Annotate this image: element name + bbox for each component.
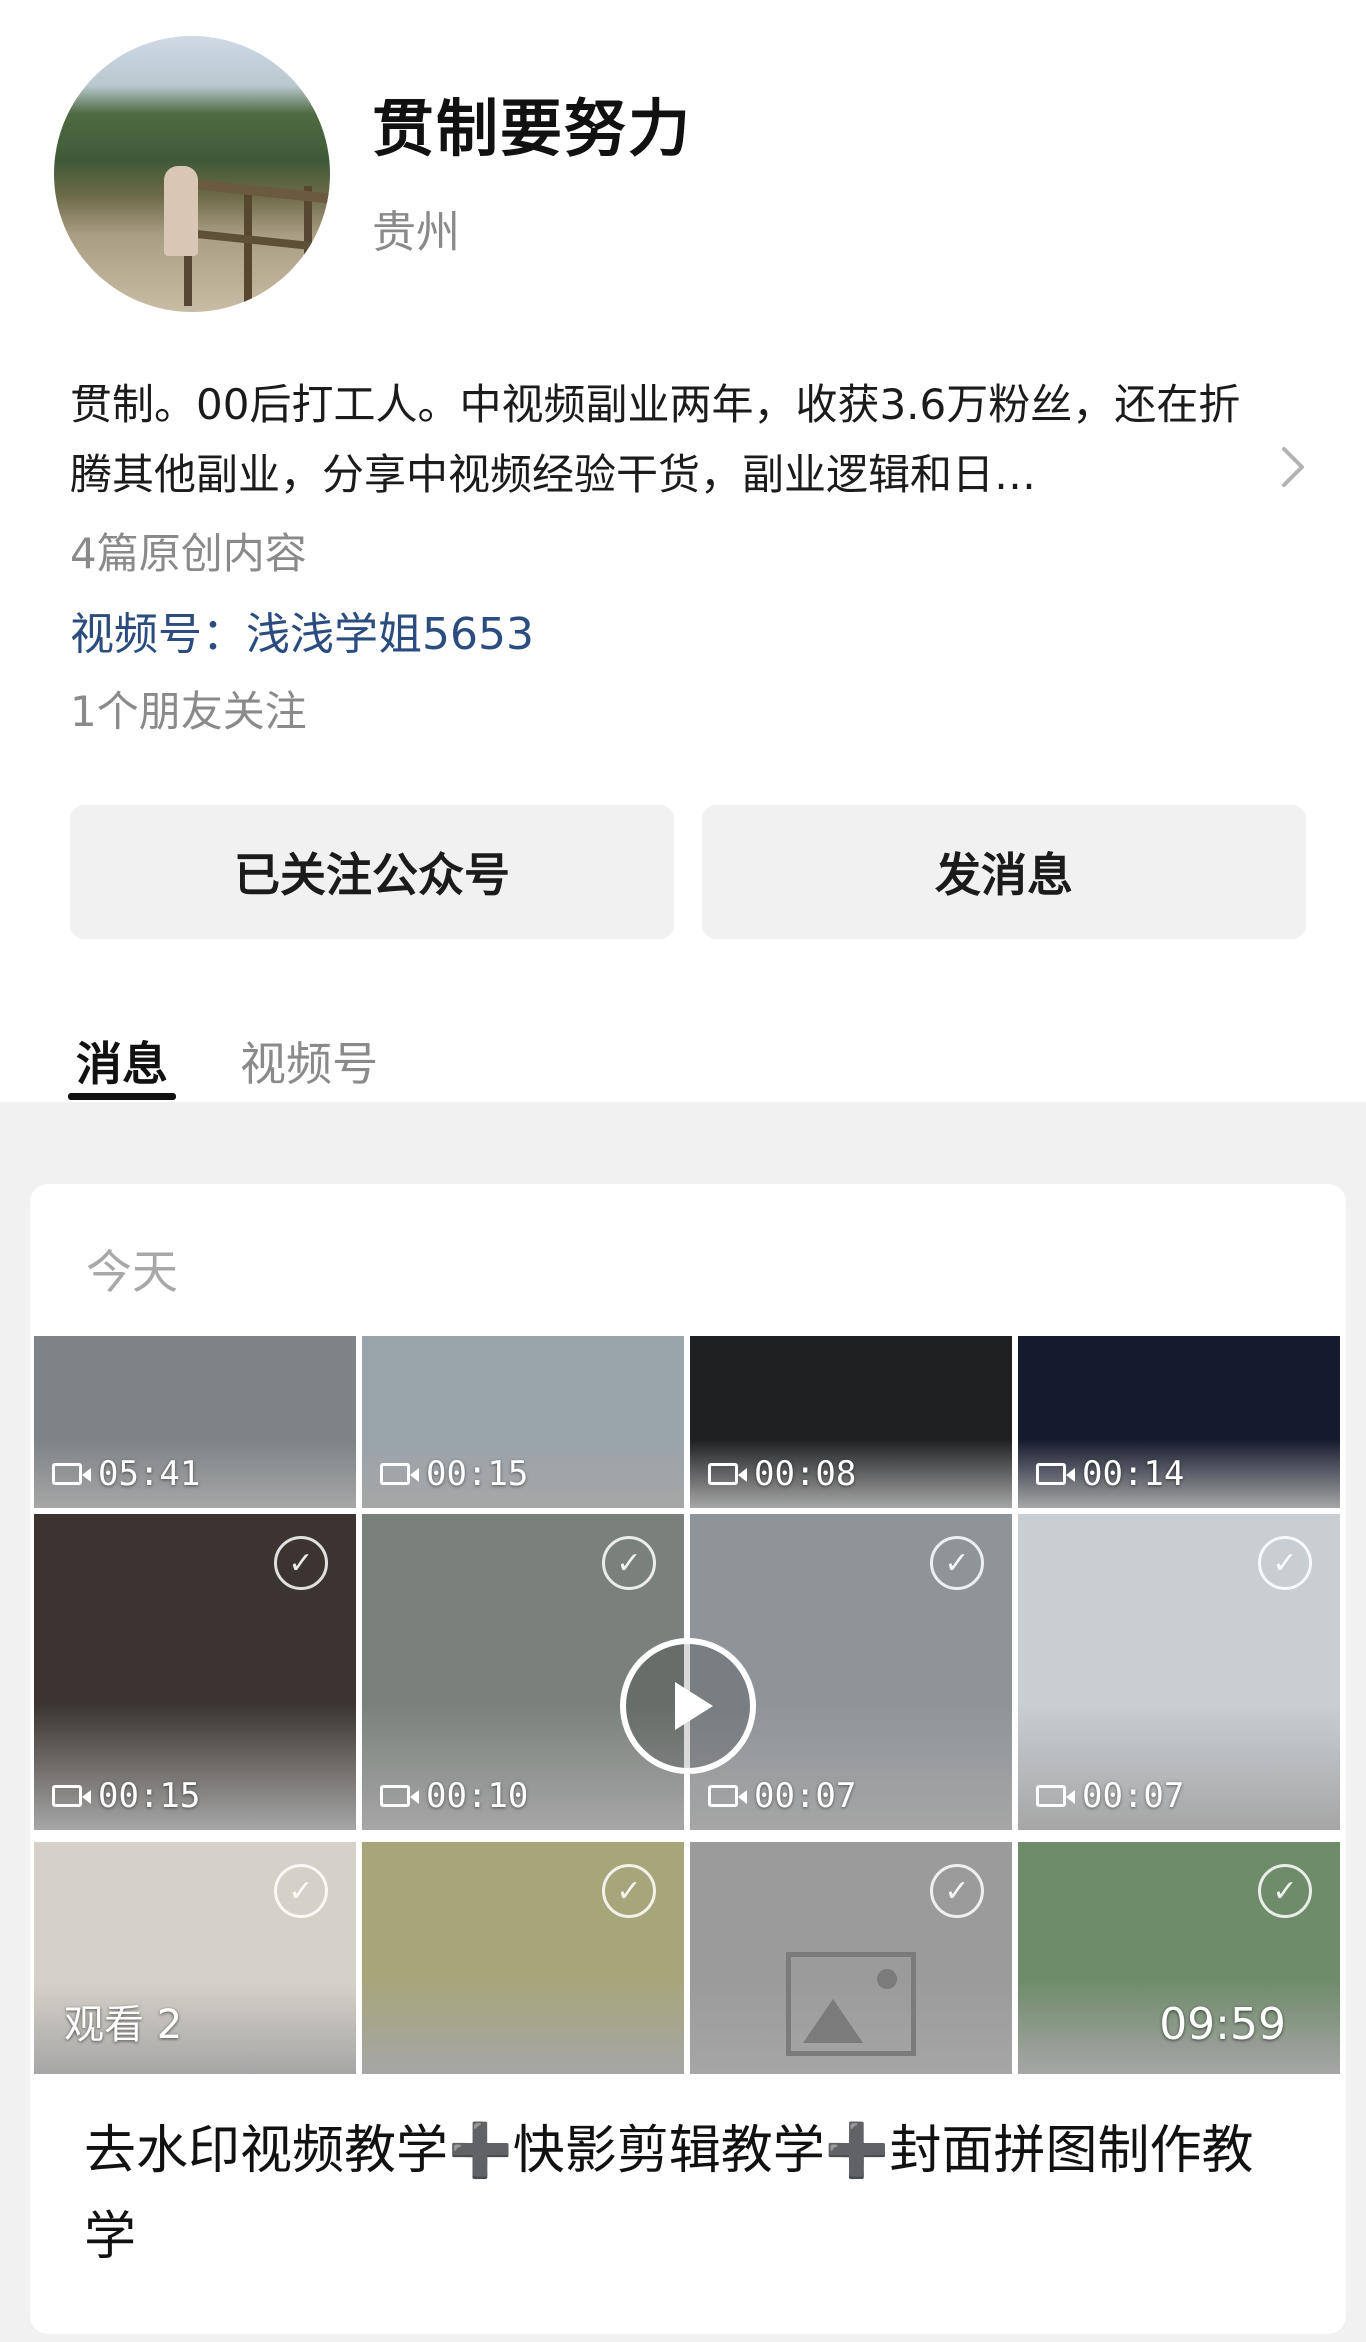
video-camera-icon [1036,1463,1075,1485]
view-count: 观看 2 [64,2002,183,2048]
followed-account-button[interactable]: 已关注公众号 [70,805,674,939]
video-camera-icon [1036,1785,1075,1807]
check-circle-icon[interactable]: ✓ [602,1864,656,1918]
video-channel-link[interactable]: 视频号：浅浅学姐5653 [70,598,534,662]
video-camera-icon [708,1785,747,1807]
video-thumb[interactable]: 00:15 [362,1336,684,1508]
active-tab-indicator [68,1093,176,1100]
video-duration: 00:08 [708,1454,856,1494]
video-duration: 00:10 [380,1776,528,1816]
video-thumb[interactable]: 05:41 [34,1336,356,1508]
message-caption[interactable]: 去水印视频教学➕快影剪辑教学➕封面拼图制作教学 [84,2108,1304,2280]
send-message-button[interactable]: 发消息 [702,805,1306,939]
video-camera-icon [52,1463,91,1485]
video-thumb[interactable]: 00:14 [1018,1336,1340,1508]
video-camera-icon [52,1785,91,1807]
chevron-right-icon[interactable] [1280,445,1308,500]
account-name: 贯制要努力 [372,92,693,165]
tab-video-channel[interactable]: 视频号 [240,1028,378,1094]
video-duration: 00:15 [52,1776,200,1816]
video-duration: 00:15 [380,1454,528,1494]
video-thumb[interactable]: ✓ 09:59 [1018,1842,1340,2074]
video-duration: 09:59 [1159,1999,1286,2050]
message-date: 今天 [86,1245,178,1299]
check-circle-icon[interactable]: ✓ [1258,1864,1312,1918]
image-placeholder-thumb[interactable]: ✓ [690,1842,1012,2074]
video-thumb[interactable]: ✓ 00:07 [1018,1514,1340,1830]
check-circle-icon[interactable]: ✓ [602,1536,656,1590]
avatar[interactable] [54,36,330,312]
video-camera-icon [380,1785,419,1807]
check-circle-icon[interactable]: ✓ [274,1536,328,1590]
friends-following[interactable]: 1个朋友关注 [70,678,307,739]
account-bio[interactable]: 贯制。00后打工人。中视频副业两年，收获3.6万粉丝，还在折腾其他副业，分享中视… [70,370,1270,510]
video-duration: 05:41 [52,1454,200,1494]
video-thumb[interactable]: ✓ [362,1842,684,2074]
play-icon[interactable] [620,1638,756,1774]
video-thumb[interactable]: ✓ 00:15 [34,1514,356,1830]
video-camera-icon [708,1463,747,1485]
video-camera-icon [380,1463,419,1485]
video-duration: 00:14 [1036,1454,1184,1494]
video-thumb[interactable]: 00:08 [690,1336,1012,1508]
check-circle-icon[interactable]: ✓ [1258,1536,1312,1590]
check-circle-icon[interactable]: ✓ [274,1864,328,1918]
check-circle-icon[interactable]: ✓ [930,1536,984,1590]
video-duration: 00:07 [708,1776,856,1816]
account-region: 贵州 [372,207,460,258]
tab-messages[interactable]: 消息 [76,1028,168,1094]
image-placeholder-icon [786,1952,916,2056]
video-thumb[interactable]: ✓ 观看 2 [34,1842,356,2074]
check-circle-icon[interactable]: ✓ [930,1864,984,1918]
video-duration: 00:07 [1036,1776,1184,1816]
original-articles-count[interactable]: 4篇原创内容 [70,520,307,581]
